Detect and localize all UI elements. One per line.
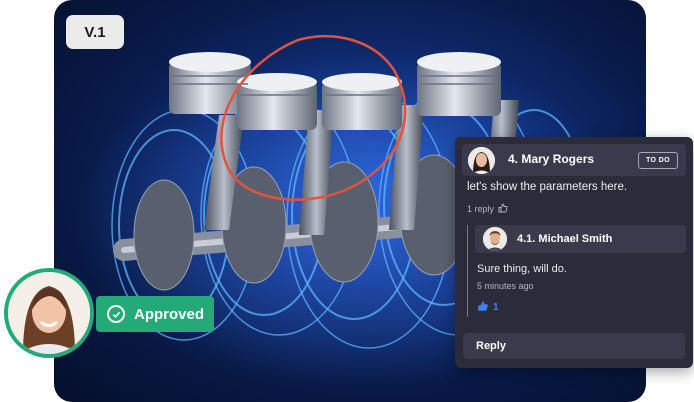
reply-text: Sure thing, will do. xyxy=(477,263,567,275)
approved-badge[interactable]: Approved xyxy=(96,296,214,332)
thumbs-up-outline-icon[interactable] xyxy=(498,203,508,215)
comment-meta: 1 reply xyxy=(467,203,508,215)
reply-button[interactable]: Reply xyxy=(463,333,685,359)
status-badge[interactable]: TO DO xyxy=(637,152,678,169)
reply-count[interactable]: 1 reply xyxy=(467,204,494,214)
comment-header[interactable]: 4. Mary Rogers TO DO xyxy=(462,144,686,176)
comment-panel: 4. Mary Rogers TO DO let's show the para… xyxy=(455,137,693,368)
thumbs-up-filled-icon xyxy=(477,300,489,315)
like-button[interactable]: 1 xyxy=(477,300,499,315)
thread-line xyxy=(467,225,468,317)
version-badge[interactable]: V.1 xyxy=(66,15,124,49)
like-count: 1 xyxy=(493,302,499,313)
reply-header[interactable]: 4.1. Michael Smith xyxy=(475,225,686,253)
approved-label: Approved xyxy=(134,305,205,323)
comment-text: let's show the parameters here. xyxy=(467,181,628,193)
reply-author: 4.1. Michael Smith xyxy=(517,233,613,245)
mary-avatar xyxy=(468,147,495,174)
reply-timestamp: 5 minutes ago xyxy=(477,281,534,291)
check-circle-icon xyxy=(107,305,125,323)
approver-avatar xyxy=(4,268,94,358)
michael-avatar xyxy=(483,227,507,251)
comment-author: 4. Mary Rogers xyxy=(508,152,595,166)
